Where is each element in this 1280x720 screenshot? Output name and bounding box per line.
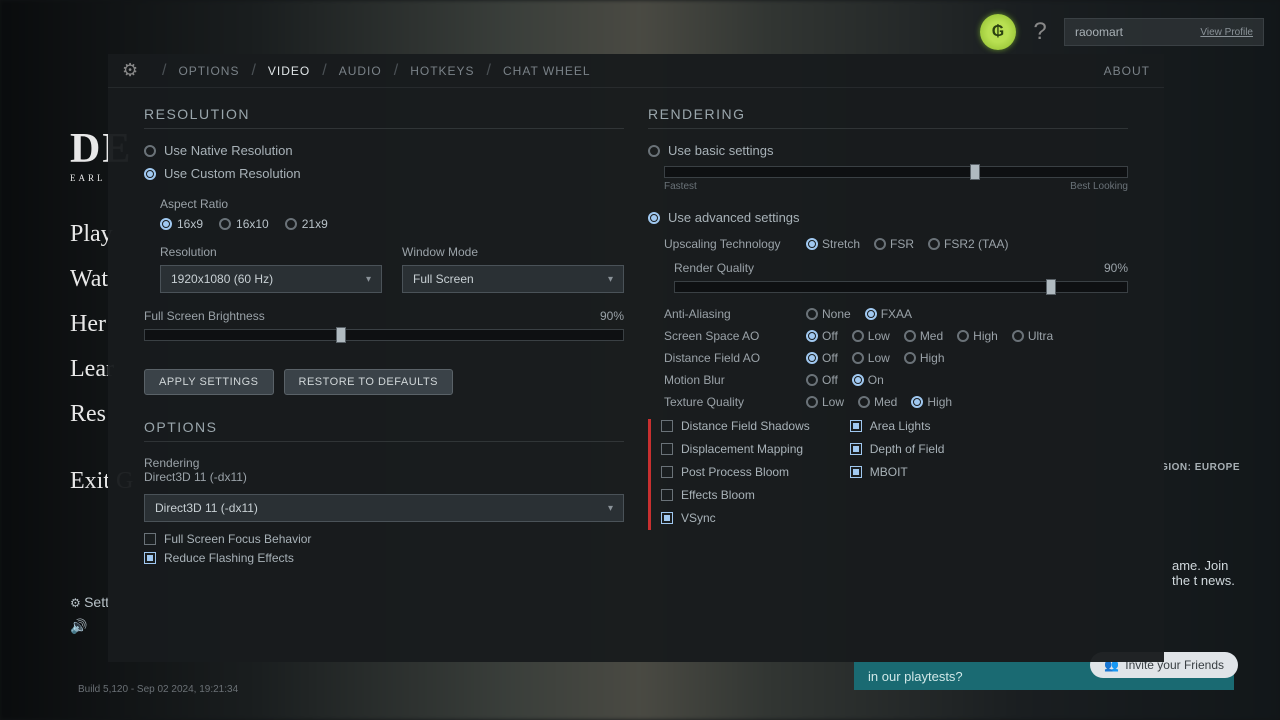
ssao-med[interactable]: Med: [904, 329, 943, 343]
ssao-label: Screen Space AO: [664, 329, 792, 343]
render-quality-label: Render Quality: [674, 261, 754, 275]
cb-depth-of-field[interactable]: Depth of Field: [850, 442, 945, 456]
aspect-16x10[interactable]: 16x10: [219, 217, 269, 231]
tab-chatwheel[interactable]: CHAT WHEEL: [503, 64, 591, 78]
tex-high[interactable]: High: [911, 395, 952, 409]
gear-icon[interactable]: ⚙: [122, 60, 150, 81]
username-label: raoomart: [1075, 25, 1123, 39]
chevron-down-icon: ▾: [608, 274, 613, 285]
native-resolution-radio[interactable]: Use Native Resolution: [144, 143, 624, 158]
upscale-fsr[interactable]: FSR: [874, 237, 914, 251]
basic-quality-slider[interactable]: [664, 166, 1128, 178]
aspect-ratio-group: 16x9 16x10 21x9: [160, 217, 624, 231]
news-snippet: ame. Join the t news.: [1172, 558, 1242, 588]
focus-behavior-checkbox[interactable]: Full Screen Focus Behavior: [144, 532, 624, 546]
cb-area-lights[interactable]: Area Lights: [850, 419, 945, 433]
ssao-ultra[interactable]: Ultra: [1012, 329, 1053, 343]
brightness-value: 90%: [600, 309, 624, 323]
ssao-off[interactable]: Off: [806, 329, 838, 343]
settings-panel: ⚙ / OPTIONS / VIDEO / AUDIO / HOTKEYS / …: [108, 54, 1164, 662]
dfao-off[interactable]: Off: [806, 351, 838, 365]
options-title: OPTIONS: [144, 419, 624, 442]
aspect-ratio-label: Aspect Ratio: [160, 197, 624, 211]
ssao-high[interactable]: High: [957, 329, 998, 343]
apply-settings-button[interactable]: APPLY SETTINGS: [144, 369, 274, 395]
cb-distance-shadows[interactable]: Distance Field Shadows: [661, 419, 810, 433]
aspect-21x9[interactable]: 21x9: [285, 217, 328, 231]
radio-icon: [648, 212, 660, 224]
tex-label: Texture Quality: [664, 395, 792, 409]
blur-label: Motion Blur: [664, 373, 792, 387]
aa-none[interactable]: None: [806, 307, 851, 321]
currency-icon[interactable]: ₲: [980, 14, 1016, 50]
aa-fxaa[interactable]: FXAA: [865, 307, 912, 321]
help-icon[interactable]: ?: [1026, 18, 1054, 46]
cb-mboit[interactable]: MBOIT: [850, 465, 945, 479]
tab-video[interactable]: VIDEO: [268, 64, 310, 78]
reduce-flashing-checkbox[interactable]: Reduce Flashing Effects: [144, 551, 624, 565]
dfao-label: Distance Field AO: [664, 351, 792, 365]
render-quality-slider[interactable]: [674, 281, 1128, 293]
restore-defaults-button[interactable]: RESTORE TO DEFAULTS: [284, 369, 454, 395]
rendering-header: Rendering: [144, 456, 624, 470]
view-profile-link[interactable]: View Profile: [1200, 27, 1253, 38]
cb-effects-bloom[interactable]: Effects Bloom: [661, 488, 810, 502]
rendering-select[interactable]: Direct3D 11 (-dx11) ▾: [144, 494, 624, 522]
aspect-16x9[interactable]: 16x9: [160, 217, 203, 231]
cb-post-bloom[interactable]: Post Process Bloom: [661, 465, 810, 479]
tab-audio[interactable]: AUDIO: [339, 64, 382, 78]
cb-vsync[interactable]: VSync: [661, 511, 810, 525]
advanced-settings-radio[interactable]: Use advanced settings: [648, 210, 1128, 225]
slider-best-label: Best Looking: [1070, 181, 1128, 192]
region-badge: GION: EUROPE: [1160, 462, 1240, 473]
resolution-select-label: Resolution: [160, 245, 382, 259]
upscaling-label: Upscaling Technology: [664, 237, 792, 251]
brightness-label: Full Screen Brightness: [144, 309, 265, 323]
dfao-low[interactable]: Low: [852, 351, 890, 365]
cb-displacement[interactable]: Displacement Mapping: [661, 442, 810, 456]
tab-hotkeys[interactable]: HOTKEYS: [410, 64, 474, 78]
resolution-title: RESOLUTION: [144, 106, 624, 129]
build-info: Build 5,120 - Sep 02 2024, 19:21:34: [78, 684, 238, 695]
window-mode-label: Window Mode: [402, 245, 624, 259]
chevron-down-icon: ▾: [608, 503, 613, 514]
feature-checkboxes: Distance Field Shadows Displacement Mapp…: [648, 419, 1128, 530]
tab-options[interactable]: OPTIONS: [178, 64, 239, 78]
slider-thumb[interactable]: [336, 327, 346, 343]
speaker-icon: 🔊: [70, 618, 87, 635]
blur-on[interactable]: On: [852, 373, 884, 387]
slider-fastest-label: Fastest: [664, 181, 697, 192]
render-quality-value: 90%: [1104, 261, 1128, 275]
tex-med[interactable]: Med: [858, 395, 897, 409]
chevron-down-icon: ▾: [366, 274, 371, 285]
brightness-slider[interactable]: [144, 329, 624, 341]
rendering-column: RENDERING Use basic settings Fastest Bes…: [648, 106, 1128, 570]
upscale-fsr2[interactable]: FSR2 (TAA): [928, 237, 1008, 251]
aa-label: Anti-Aliasing: [664, 307, 792, 321]
radio-icon: [144, 168, 156, 180]
profile-button[interactable]: raoomart View Profile: [1064, 18, 1264, 46]
blur-off[interactable]: Off: [806, 373, 838, 387]
radio-icon: [648, 145, 660, 157]
window-mode-select[interactable]: Full Screen ▾: [402, 265, 624, 293]
rendering-title: RENDERING: [648, 106, 1128, 129]
upscale-stretch[interactable]: Stretch: [806, 237, 860, 251]
tab-bar: ⚙ / OPTIONS / VIDEO / AUDIO / HOTKEYS / …: [108, 54, 1164, 88]
slider-thumb[interactable]: [1046, 279, 1056, 295]
ssao-low[interactable]: Low: [852, 329, 890, 343]
basic-settings-radio[interactable]: Use basic settings: [648, 143, 1128, 158]
slider-thumb[interactable]: [970, 164, 980, 180]
rendering-current: Direct3D 11 (-dx11): [144, 470, 624, 484]
resolution-column: RESOLUTION Use Native Resolution Use Cus…: [144, 106, 624, 570]
checkbox-icon: [144, 533, 156, 545]
checkbox-icon: [144, 552, 156, 564]
resolution-select[interactable]: 1920x1080 (60 Hz) ▾: [160, 265, 382, 293]
bg-settings: Sett: [70, 594, 109, 610]
radio-icon: [144, 145, 156, 157]
custom-resolution-radio[interactable]: Use Custom Resolution: [144, 166, 624, 181]
tab-about[interactable]: ABOUT: [1104, 64, 1150, 78]
tex-low[interactable]: Low: [806, 395, 844, 409]
dfao-high[interactable]: High: [904, 351, 945, 365]
